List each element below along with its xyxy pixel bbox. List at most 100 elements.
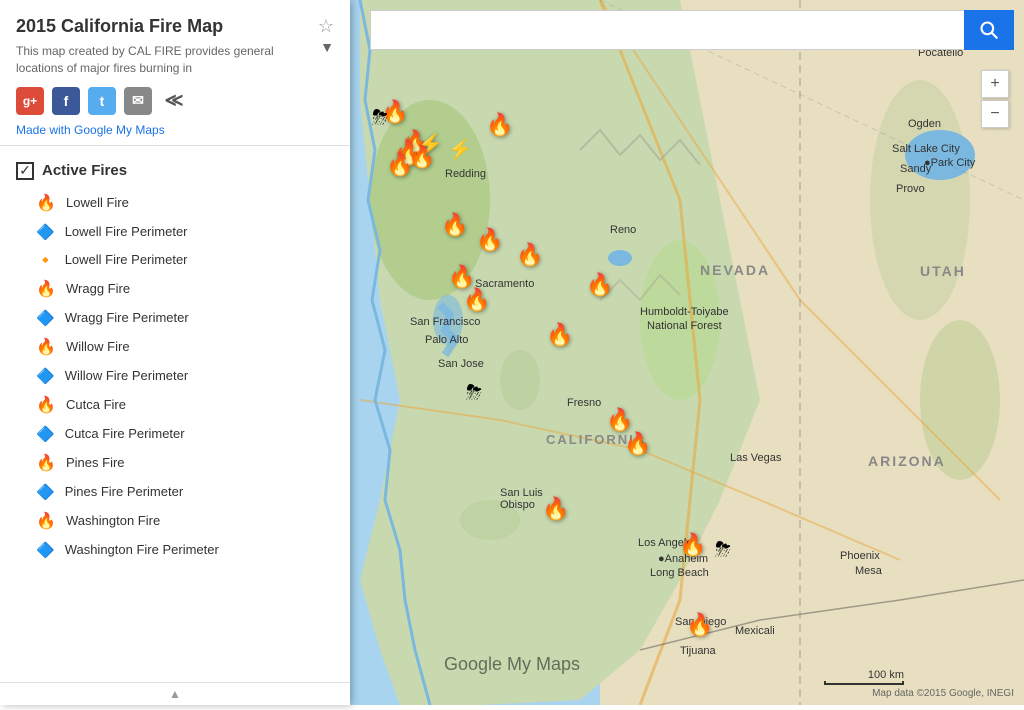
fire-list-item[interactable]: 🔥Pines Fire bbox=[0, 448, 350, 478]
zoom-out-button[interactable]: − bbox=[981, 100, 1009, 128]
map-marker-17[interactable]: 🔥 bbox=[586, 272, 613, 298]
map-controls: + − bbox=[981, 70, 1009, 128]
map-marker-8[interactable]: ⚡ bbox=[448, 137, 473, 162]
fire-list-item[interactable]: 🔥 Wragg Fire bbox=[0, 274, 350, 304]
city-reno: Reno bbox=[610, 224, 636, 236]
search-bar bbox=[370, 10, 1014, 50]
city-parkcity: ●Park City bbox=[924, 157, 975, 169]
email-button[interactable]: ✉ bbox=[124, 87, 152, 115]
fire-item-icon: 🔥 bbox=[36, 511, 56, 531]
share-button[interactable]: ≪ bbox=[160, 87, 188, 115]
map-marker-11[interactable]: 🔥 bbox=[476, 227, 503, 253]
search-button[interactable] bbox=[964, 10, 1014, 50]
fire-list-item[interactable]: 🔥 Lowell Fire bbox=[0, 188, 350, 218]
map-description: This map created by CAL FIRE provides ge… bbox=[16, 43, 316, 77]
fire-item-icon: 🔥 bbox=[36, 395, 56, 415]
map-marker-18[interactable]: 🔥 bbox=[606, 407, 633, 433]
social-buttons: g+ f t ✉ ≪ bbox=[16, 87, 334, 115]
city-redding: Redding bbox=[445, 168, 486, 180]
scroll-handle-icon: ▲ bbox=[169, 687, 181, 701]
sidebar-scroll-handle[interactable]: ▲ bbox=[0, 682, 350, 705]
facebook-button[interactable]: f bbox=[52, 87, 80, 115]
fire-list-item[interactable]: 🔷 Pines Fire Perimeter bbox=[0, 478, 350, 506]
map-marker-21[interactable]: 🔥 bbox=[679, 532, 706, 558]
fire-item-label: Willow Fire Perimeter bbox=[65, 368, 189, 383]
city-las-vegas: Las Vegas bbox=[730, 452, 781, 464]
region-utah: UTAH bbox=[920, 263, 966, 279]
map-marker-22[interactable]: ⛈ bbox=[715, 539, 731, 562]
city-phoenix: Phoenix bbox=[840, 550, 880, 562]
fire-item-label: Wragg Fire Perimeter bbox=[65, 310, 189, 325]
fire-item-icon: 🔷 bbox=[36, 483, 55, 501]
fire-item-icon: 🔥 bbox=[36, 279, 56, 299]
city-ogden: Ogden bbox=[908, 118, 941, 130]
checkmark-icon bbox=[19, 162, 31, 180]
fire-list-item[interactable]: 🔷 Wragg Fire Perimeter bbox=[0, 304, 350, 332]
fire-item-label: Willow Fire bbox=[66, 339, 130, 354]
city-palo-alto: Palo Alto bbox=[425, 334, 468, 346]
map-marker-19[interactable]: 🔥 bbox=[624, 431, 651, 457]
fire-list-item[interactable]: 🔸Lowell Fire Perimeter bbox=[0, 246, 350, 274]
city-provo: Provo bbox=[896, 183, 925, 195]
map-attribution: Map data ©2015 Google, INEGI bbox=[872, 688, 1014, 699]
map-title: 2015 California Fire Map bbox=[16, 16, 310, 37]
fire-item-label: Lowell Fire Perimeter bbox=[65, 224, 188, 239]
city-fresno: Fresno bbox=[567, 397, 601, 409]
google-maps-label: Google My Maps bbox=[444, 654, 580, 675]
google-plus-button[interactable]: g+ bbox=[16, 87, 44, 115]
fire-item-label: Washington Fire bbox=[66, 513, 160, 528]
fire-item-icon: 🔷 bbox=[36, 425, 55, 443]
city-tijuana: Tijuana bbox=[680, 645, 716, 657]
fire-list-item[interactable]: 🔷Lowell Fire Perimeter bbox=[0, 218, 350, 246]
sidebar-header: 2015 California Fire Map ☆ This map crea… bbox=[0, 0, 350, 146]
fire-item-icon: 🔷 bbox=[36, 309, 55, 327]
fire-item-label: Wragg Fire bbox=[66, 281, 130, 296]
fire-item-label: Pines Fire Perimeter bbox=[65, 484, 183, 499]
scale-label: 100 km bbox=[868, 669, 904, 681]
map-marker-14[interactable]: 🔥 bbox=[463, 287, 490, 313]
sidebar-title-row: 2015 California Fire Map ☆ bbox=[16, 16, 334, 37]
city-sf: San Francisco bbox=[410, 316, 480, 328]
fire-list-item[interactable]: 🔥 Cutca Fire bbox=[0, 390, 350, 420]
fire-list-item[interactable]: 🔥 Washington Fire bbox=[0, 506, 350, 536]
fire-list-item[interactable]: 🔥 Willow Fire bbox=[0, 332, 350, 362]
fire-list-item[interactable]: 🔷 Cutca Fire Perimeter bbox=[0, 420, 350, 448]
fire-item-label: Lowell Fire bbox=[66, 195, 129, 210]
fire-item-label: Washington Fire Perimeter bbox=[65, 542, 219, 557]
zoom-in-button[interactable]: + bbox=[981, 70, 1009, 98]
fire-item-icon: 🔥 bbox=[36, 337, 56, 357]
map-marker-9[interactable]: 🔥 bbox=[486, 112, 513, 138]
map-marker-23[interactable]: 🔥 bbox=[686, 612, 713, 638]
sidebar-content[interactable]: Active Fires 🔥Lowell Fire🔷Lowell Fire Pe… bbox=[0, 146, 350, 682]
city-slc: Salt Lake City bbox=[892, 143, 960, 155]
fire-list-item[interactable]: 🔷 Washington Fire Perimeter bbox=[0, 536, 350, 564]
map-marker-2[interactable]: ⛈ bbox=[372, 107, 388, 130]
fire-item-label: Cutca Fire bbox=[66, 397, 126, 412]
map-marker-7[interactable]: 🔥 bbox=[386, 152, 413, 178]
national-forest-label: Humboldt-ToiyabeNational Forest bbox=[640, 305, 729, 334]
fire-item-icon: 🔥 bbox=[36, 193, 56, 213]
sidebar: 2015 California Fire Map ☆ This map crea… bbox=[0, 0, 350, 705]
fire-item-label: Cutca Fire Perimeter bbox=[65, 426, 185, 441]
city-mexicali: Mexicali bbox=[735, 625, 775, 637]
city-mesa: Mesa bbox=[855, 565, 882, 577]
twitter-button[interactable]: t bbox=[88, 87, 116, 115]
search-input[interactable] bbox=[370, 10, 964, 50]
fire-items-container: 🔥Lowell Fire🔷Lowell Fire Perimeter🔸Lowel… bbox=[0, 188, 350, 564]
fire-item-icon: 🔷 bbox=[36, 541, 55, 559]
star-icon[interactable]: ☆ bbox=[318, 16, 334, 37]
map-marker-10[interactable]: 🔥 bbox=[441, 212, 468, 238]
city-san-jose: San Jose bbox=[438, 358, 484, 370]
active-fires-checkbox[interactable] bbox=[16, 162, 34, 180]
active-fires-header[interactable]: Active Fires bbox=[0, 154, 350, 188]
fire-list-item[interactable]: 🔷Willow Fire Perimeter bbox=[0, 362, 350, 390]
city-slo: San LuisObispo bbox=[500, 487, 543, 511]
expand-button[interactable]: ▼ bbox=[320, 39, 334, 55]
map-marker-16[interactable]: 🔥 bbox=[546, 322, 573, 348]
map-marker-12[interactable]: 🔥 bbox=[516, 242, 543, 268]
map-marker-20[interactable]: 🔥 bbox=[542, 496, 569, 522]
made-with-link[interactable]: Made with Google My Maps bbox=[16, 123, 334, 137]
city-longbeach: Long Beach bbox=[650, 567, 709, 579]
map-marker-15[interactable]: ⛈ bbox=[466, 382, 482, 405]
region-arizona: ARIZONA bbox=[868, 453, 946, 469]
